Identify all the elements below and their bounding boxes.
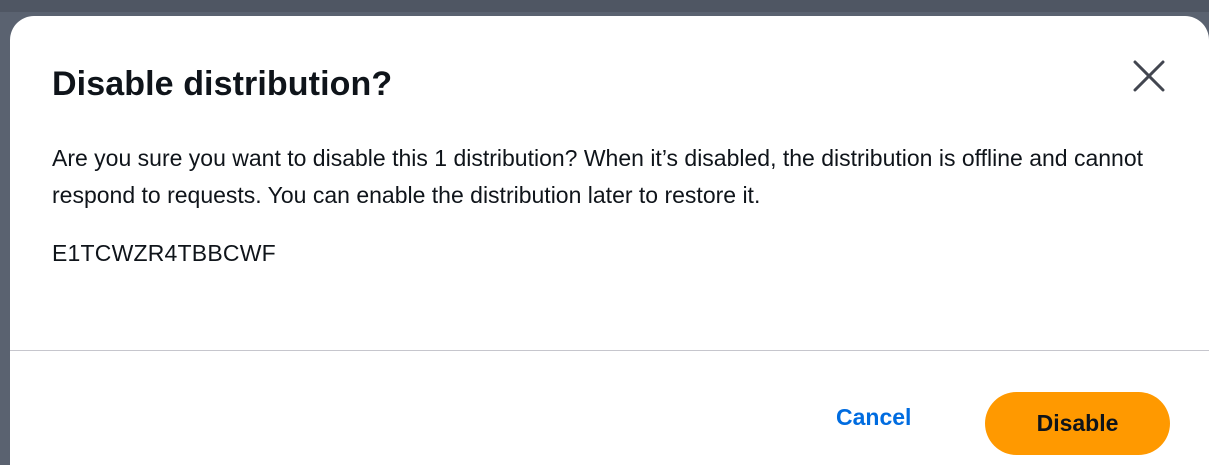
dialog-title: Disable distribution? <box>52 65 393 103</box>
dialog-body: Are you sure you want to disable this 1 … <box>52 140 1169 268</box>
footer-divider <box>10 350 1209 351</box>
disable-button[interactable]: Disable <box>985 392 1170 455</box>
cancel-button[interactable]: Cancel <box>816 392 931 442</box>
dialog-header: Disable distribution? <box>10 16 1209 126</box>
dialog-footer: Cancel Disable <box>10 352 1209 465</box>
confirmation-message: Are you sure you want to disable this 1 … <box>52 145 1144 208</box>
close-button[interactable] <box>1127 54 1171 98</box>
distribution-id: E1TCWZR4TBBCWF <box>52 240 276 266</box>
close-icon <box>1133 60 1165 92</box>
page-backdrop <box>0 0 1209 12</box>
disable-distribution-dialog: Disable distribution? Are you sure you w… <box>10 16 1209 465</box>
